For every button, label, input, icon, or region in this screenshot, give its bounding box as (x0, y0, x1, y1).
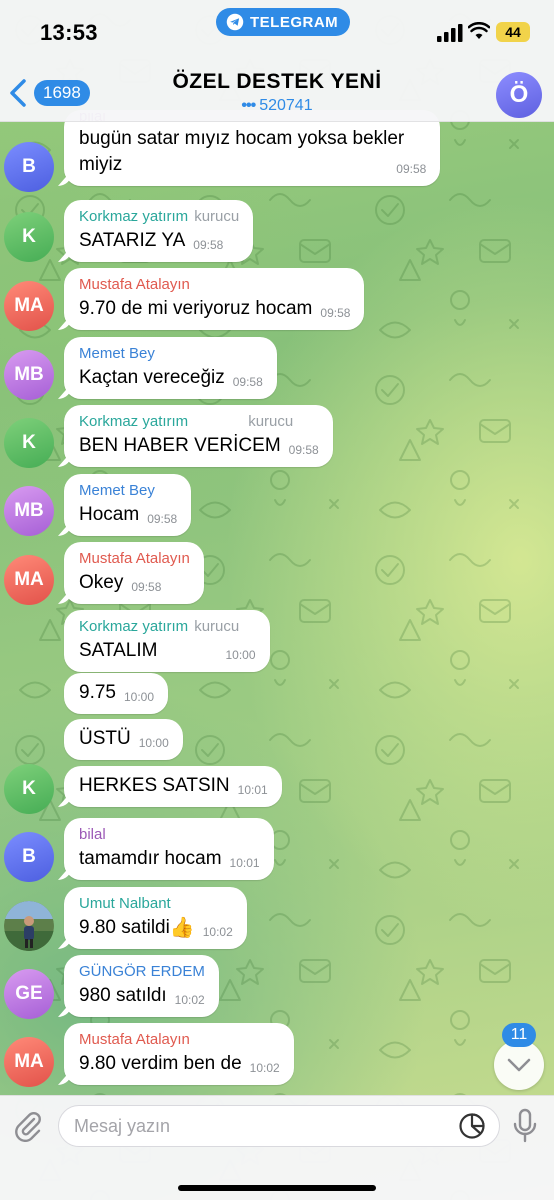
message-sender: Umut Nalbant (79, 895, 171, 912)
message-text: SATARIZ YA (79, 230, 186, 251)
paperclip-icon[interactable] (12, 1110, 44, 1142)
message-time: 09:58 (193, 238, 224, 252)
message-time: 10:00 (225, 648, 256, 662)
message-time: 09:58 (131, 580, 162, 594)
avatar[interactable]: MB (4, 486, 54, 536)
message-text: 9.80 verdim ben de (79, 1053, 242, 1074)
scroll-to-bottom-button[interactable] (494, 1040, 544, 1090)
message-text: bugün satar mıyız hocam yoksa bekler (79, 128, 405, 149)
message-text: BEN HABER VERİCEM (79, 435, 281, 456)
avatar[interactable]: B (4, 832, 54, 882)
message-sender: Memet Bey (79, 482, 155, 499)
message-time: 09:58 (232, 375, 263, 389)
message-sender: Mustafa Atalayın (79, 550, 190, 567)
message-sender: Mustafa Atalayın (79, 276, 190, 293)
message-bubble[interactable]: HERKES SATSIN 10:01 (64, 766, 282, 807)
message-bubble[interactable]: Memet Bey Hocam 09:58 (64, 474, 192, 536)
message-bubble[interactable]: Umut Nalbant 9.80 satildi 👍 10:02 (64, 887, 247, 949)
chevron-down-icon (507, 1058, 531, 1072)
unread-count-badge[interactable]: 11 (502, 1023, 536, 1047)
wifi-icon (468, 22, 490, 39)
message-text: HERKES SATSIN (79, 775, 230, 796)
avatar[interactable]: MA (4, 555, 54, 605)
chat-title[interactable]: ÖZEL DESTEK YENİ (0, 70, 554, 94)
message-bubble[interactable]: Mustafa Atalayın 9.80 verdim ben de 10:02 (64, 1023, 294, 1085)
message-list[interactable]: B bilal bugün satar mıyız hocam yoksa be… (0, 0, 554, 1200)
message-time: 09:58 (288, 443, 319, 457)
message-sender: Memet Bey (79, 345, 155, 362)
message-bubble[interactable]: Korkmaz yatırım kurucu BEN HABER VERİCEM 0… (64, 405, 333, 467)
avatar[interactable]: GE (4, 969, 54, 1019)
message-sender: Mustafa Atalayın (79, 1031, 190, 1048)
message-time: 10:01 (229, 856, 260, 870)
message-sender: GÜNGÖR ERDEM (79, 963, 205, 980)
message-text: 9.75 (79, 682, 116, 703)
home-indicator[interactable] (178, 1185, 376, 1191)
message-time: 10:00 (123, 690, 155, 704)
message-text: 9.70 de mi veriyoruz hocam (79, 298, 313, 319)
message-bubble[interactable]: Korkmaz yatırım kurucu SATARIZ YA 09:58 (64, 200, 254, 262)
message-bubble[interactable]: bilal tamamdır hocam 10:01 (64, 818, 274, 880)
message-bubble[interactable]: 9.75 10:00 (64, 673, 169, 714)
status-bar-time: 13:53 (40, 20, 98, 45)
typing-dots-icon: ••• (241, 97, 256, 114)
message-sender: bilal (79, 826, 106, 843)
message-time: 09:58 (320, 306, 351, 320)
message-bubble[interactable]: Mustafa Atalayın 9.70 de mi veriyoruz ho… (64, 268, 365, 330)
telegram-app-pill[interactable]: TELEGRAM (216, 8, 351, 36)
message-text: SATALIM (79, 640, 158, 661)
message-time: 10:02 (174, 993, 205, 1007)
avatar[interactable]: MB (4, 350, 54, 400)
message-bubble[interactable]: Korkmaz yatırım kurucu SATALIM 10:00 (64, 610, 270, 672)
message-time: 09:58 (147, 512, 178, 526)
message-text: Okey (79, 572, 124, 593)
telegram-plane-icon (226, 13, 244, 31)
group-avatar[interactable]: Ö (496, 72, 542, 118)
message-text: Kaçtan vereceğiz (79, 367, 225, 388)
message-sender: Korkmaz yatırım kurucu (79, 413, 294, 430)
message-text: ÜSTÜ (79, 728, 131, 749)
avatar[interactable]: K (4, 418, 54, 468)
sticker-icon[interactable] (458, 1112, 486, 1140)
message-bubble[interactable]: GÜNGÖR ERDEM 980 satıldı 10:02 (64, 955, 219, 1017)
chat-header: 13:53 TELEGRAM 44 1698 ÖZEL DESTEK YENİ … (0, 0, 554, 122)
avatar[interactable]: K (4, 764, 54, 814)
message-bubble[interactable]: ÜSTÜ 10:00 (64, 719, 183, 760)
thumbs-up-emoji: 👍 (169, 917, 195, 939)
avatar[interactable]: MA (4, 1037, 54, 1087)
avatar[interactable]: MA (4, 281, 54, 331)
microphone-icon[interactable] (510, 1108, 540, 1144)
message-sender: Korkmaz yatırım kurucu (79, 208, 240, 225)
avatar[interactable]: K (4, 212, 54, 262)
message-text: 980 satıldı (79, 985, 167, 1006)
message-time: 09:58 (396, 162, 427, 176)
app-pill-label: TELEGRAM (250, 13, 339, 31)
message-time: 10:00 (138, 736, 169, 750)
avatar[interactable]: B (4, 142, 54, 192)
message-input[interactable] (58, 1105, 500, 1147)
user-photo-avatar[interactable] (4, 901, 54, 951)
message-time: 10:02 (249, 1061, 280, 1075)
message-bubble[interactable]: Memet Bey Kaçtan vereceğiz 09:58 (64, 337, 277, 399)
message-bubble[interactable]: Mustafa Atalayın Okey 09:58 (64, 542, 204, 604)
message-text: 9.80 satildi (79, 917, 170, 938)
message-text: tamamdır hocam (79, 848, 222, 869)
message-sender: Korkmaz yatırım kurucu (79, 618, 240, 635)
cellular-signal-icon (437, 24, 463, 42)
message-text: Hocam (79, 504, 140, 525)
battery-indicator: 44 (496, 22, 530, 42)
message-time: 10:02 (202, 925, 233, 939)
message-time: 10:01 (237, 783, 268, 797)
chat-subtitle: ••• 520741 (241, 97, 313, 114)
message-text-continued: miyiz (79, 154, 123, 175)
